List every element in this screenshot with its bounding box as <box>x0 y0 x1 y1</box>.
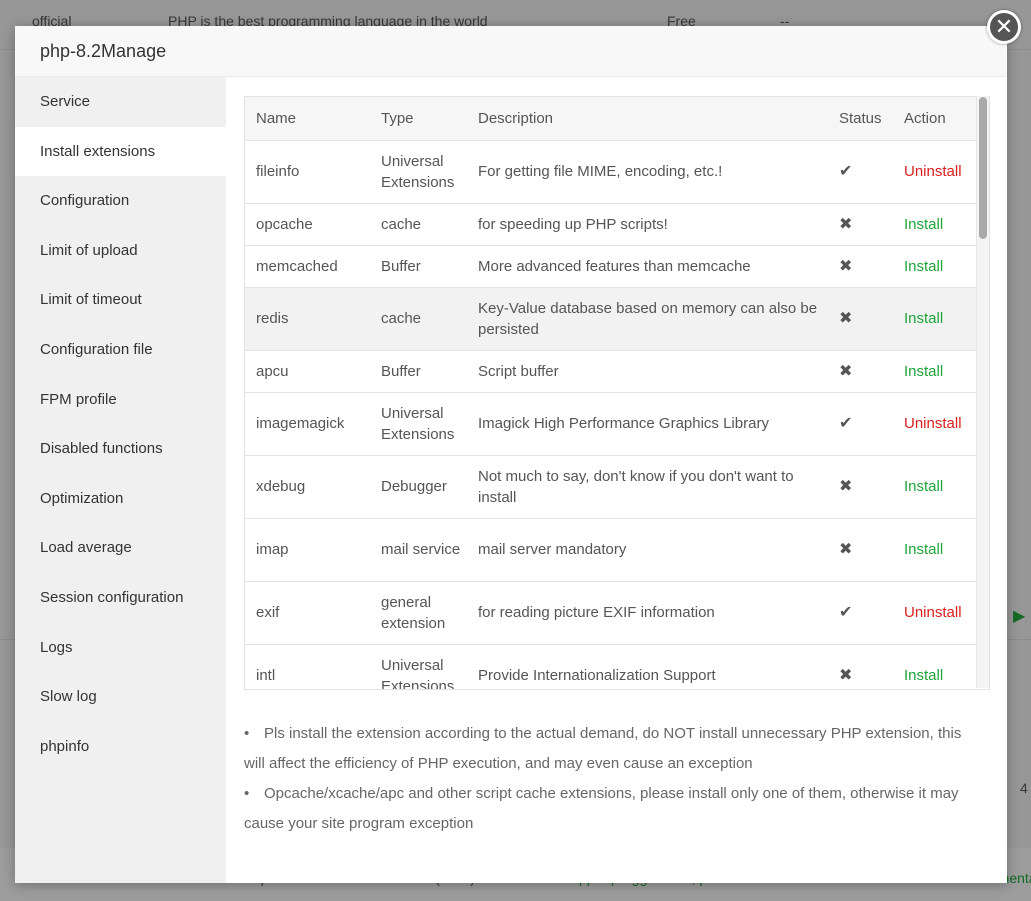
sidebar-item-install-extensions[interactable]: Install extensions <box>15 126 226 177</box>
extension-description: More advanced features than memcache <box>478 257 751 275</box>
extension-type: Universal Extensions <box>381 152 455 191</box>
install-button[interactable]: Install <box>904 258 943 275</box>
table-row: intl Universal Extensions Provide Internat… <box>245 644 976 690</box>
column-header-name: Name <box>245 97 370 141</box>
check-icon: ✔ <box>839 415 853 432</box>
sidebar-item-limit-of-upload[interactable]: Limit of upload <box>15 226 226 276</box>
install-button[interactable]: Install <box>904 216 943 233</box>
install-button[interactable]: Install <box>904 667 943 684</box>
sidebar-item-phpinfo[interactable]: phpinfo <box>15 722 226 772</box>
extension-name: imagemagick <box>256 415 345 432</box>
extension-name: xdebug <box>256 478 306 495</box>
extension-name: fileinfo <box>256 163 300 180</box>
note-text: Pls install the extension according to t… <box>244 725 962 772</box>
extension-type: cache <box>381 215 422 233</box>
check-icon: ✔ <box>839 163 853 180</box>
note-item: • Opcache/xcache/apc and other script cac… <box>244 779 984 839</box>
extension-name: imap <box>256 541 289 558</box>
table-header-row: Name Type Description Status Action <box>245 97 976 141</box>
column-header-status: Status <box>828 97 893 141</box>
uninstall-button[interactable]: Uninstall <box>904 415 962 432</box>
column-header-type: Type <box>370 97 467 141</box>
extension-description: For getting file MIME, encoding, etc.! <box>478 163 723 180</box>
install-button[interactable]: Install <box>904 478 943 495</box>
cross-icon: ✖ <box>839 310 853 327</box>
extension-type: Debugger <box>381 478 447 495</box>
sidebar-item-session-configuration[interactable]: Session configuration <box>15 573 226 623</box>
extension-description: Not much to say, don't know if you don't… <box>478 467 794 506</box>
cross-icon: ✖ <box>839 257 853 275</box>
sidebar-item-slow-log[interactable]: Slow log <box>15 672 226 722</box>
extension-type: mail service <box>381 541 461 558</box>
column-header-action: Action <box>893 97 976 141</box>
table-row: imagemagick Universal Extensions Imagick H… <box>245 392 976 456</box>
install-extensions-panel: Name Type Description Status Action file… <box>226 77 1007 883</box>
sidebar-item-configuration[interactable]: Configuration <box>15 176 226 226</box>
cross-icon: ✖ <box>839 667 853 684</box>
extension-description: Provide Internationalization Support <box>478 667 716 684</box>
table-row: redis cache Key-Value database based on me… <box>245 287 976 351</box>
extension-name: memcached <box>256 257 338 275</box>
column-header-description: Description <box>467 97 828 141</box>
extension-description: Key-Value database based on memory can a… <box>478 299 818 338</box>
table-row: imap mail service mail server mandatory ✖ In… <box>245 518 976 582</box>
sidebar-item-logs[interactable]: Logs <box>15 623 226 673</box>
sidebar-item-limit-of-timeout[interactable]: Limit of timeout <box>15 275 226 325</box>
extension-name: apcu <box>256 362 289 380</box>
extension-description: for speeding up PHP scripts! <box>478 215 668 233</box>
close-modal-button[interactable]: ✕ <box>987 10 1021 44</box>
extension-name: intl <box>256 667 276 684</box>
extension-type: Universal Extensions <box>381 656 455 690</box>
table-row: memcached Buffer More advanced features th… <box>245 245 976 288</box>
sidebar-item-service[interactable]: Service <box>15 77 226 127</box>
extension-type: Buffer <box>381 257 421 275</box>
cross-icon: ✖ <box>839 362 853 380</box>
extensions-table-container[interactable]: Name Type Description Status Action file… <box>244 96 990 690</box>
install-button[interactable]: Install <box>904 363 943 380</box>
note-text: Opcache/xcache/apc and other script cach… <box>244 785 959 832</box>
extension-name: redis <box>256 310 289 327</box>
extension-name: opcache <box>256 215 313 233</box>
sidebar-menu: Service Install extensions Configuration Li… <box>15 77 226 883</box>
install-notes: • Pls install the extension according to … <box>244 719 984 839</box>
sidebar-item-disabled-functions[interactable]: Disabled functions <box>15 424 226 474</box>
extension-type: Buffer <box>381 362 421 380</box>
extension-name: exif <box>256 604 280 621</box>
php-manage-modal: php-8.2Manage Service Install extensions C… <box>15 26 1007 883</box>
extension-type: cache <box>381 310 422 327</box>
uninstall-button[interactable]: Uninstall <box>904 163 962 180</box>
sidebar-item-optimization[interactable]: Optimization <box>15 474 226 524</box>
uninstall-button[interactable]: Uninstall <box>904 604 962 621</box>
install-button[interactable]: Install <box>904 541 943 558</box>
table-row: opcache cache for speeding up PHP scripts!… <box>245 203 976 246</box>
table-scrollbar[interactable] <box>976 96 989 688</box>
cross-icon: ✖ <box>839 478 853 495</box>
extension-description: for reading picture EXIF information <box>478 604 715 621</box>
table-row: exif general extension for reading picture… <box>245 581 976 645</box>
table-row: xdebug Debugger Not much to say, don't kno… <box>245 455 976 519</box>
note-item: • Pls install the extension according to … <box>244 719 984 779</box>
extension-type: Universal Extensions <box>381 404 455 443</box>
close-icon: ✕ <box>994 14 1014 39</box>
scrollbar-thumb[interactable] <box>979 97 987 239</box>
bullet-icon: • <box>244 785 250 802</box>
sidebar-item-fpm-profile[interactable]: FPM profile <box>15 375 226 425</box>
extension-description: Script buffer <box>478 362 559 380</box>
modal-title: php-8.2Manage <box>40 41 167 61</box>
extensions-table: Name Type Description Status Action file… <box>245 97 976 690</box>
extension-description: Imagick High Performance Graphics Librar… <box>478 415 769 432</box>
extension-description: mail server mandatory <box>478 541 627 558</box>
cross-icon: ✖ <box>839 541 853 558</box>
check-icon: ✔ <box>839 604 853 621</box>
bullet-icon: • <box>244 725 250 742</box>
table-row: apcu Buffer Script buffer ✖ Install <box>245 350 976 393</box>
table-row: fileinfo Universal Extensions For getting … <box>245 140 976 204</box>
install-button[interactable]: Install <box>904 310 943 327</box>
sidebar-item-load-average[interactable]: Load average <box>15 523 226 573</box>
modal-header: php-8.2Manage <box>15 26 1007 77</box>
sidebar-item-configuration-file[interactable]: Configuration file <box>15 325 226 375</box>
extension-type: general extension <box>381 593 446 632</box>
cross-icon: ✖ <box>839 215 853 233</box>
